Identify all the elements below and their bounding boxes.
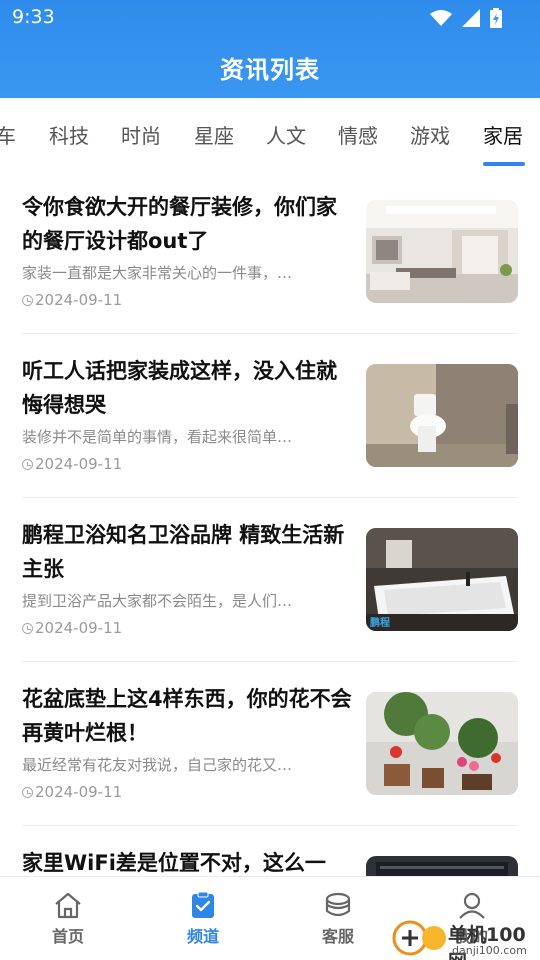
bathtub-image: 鹏程: [366, 528, 518, 631]
watermark-logo-icon: [392, 920, 446, 956]
nav-channel[interactable]: 频道: [163, 891, 243, 947]
nav-home[interactable]: 首页: [28, 891, 108, 947]
service-icon: [325, 892, 351, 917]
clock-icon: [22, 786, 33, 798]
category-tabs: 车 科技 时尚 星座 人文 情感 游戏 家居: [0, 98, 540, 170]
flower-pots-image: [366, 692, 518, 795]
clock-icon: [22, 622, 33, 634]
tab-horoscope[interactable]: 星座: [194, 120, 234, 149]
list-item[interactable]: 听工人话把家装成这样，没入住就悔得想哭 装修并不是简单的事情，看起来很简单… 2…: [22, 334, 518, 498]
article-title: 家里WiFi差是位置不对，这么一: [22, 851, 326, 875]
nav-service[interactable]: 客服: [298, 891, 378, 947]
article-list[interactable]: 令你食欲大开的餐厅装修，你们家的餐厅设计都out了 家装一直都是大家非常关心的一…: [0, 170, 540, 876]
dining-room-image: [366, 200, 518, 303]
article-date: 2024-09-11: [22, 619, 122, 637]
article-date: 2024-09-11: [22, 783, 122, 801]
battery-icon: [490, 8, 502, 28]
bathroom-toilet-image: [366, 364, 518, 467]
wifi-icon: [430, 10, 452, 26]
article-date-text: 2024-09-11: [35, 783, 123, 801]
article-date: 2024-09-11: [22, 291, 122, 309]
article-date: 2024-09-11: [22, 455, 122, 473]
tab-games[interactable]: 游戏: [410, 120, 450, 149]
profile-icon: [459, 892, 485, 919]
tab-tech[interactable]: 科技: [49, 120, 89, 149]
app-header: 9:33 资讯列表: [0, 0, 540, 98]
signal-icon: [462, 9, 480, 27]
article-thumbnail[interactable]: [366, 856, 518, 876]
article-summary: 提到卫浴产品大家都不会陌生，是人们…: [22, 592, 293, 610]
article-thumbnail[interactable]: [366, 692, 518, 795]
router-image: [366, 856, 518, 876]
tab-home-living[interactable]: 家居: [483, 120, 523, 149]
list-item[interactable]: 令你食欲大开的餐厅装修，你们家的餐厅设计都out了 家装一直都是大家非常关心的一…: [22, 170, 518, 334]
watermark-url: danji100.com: [452, 944, 527, 957]
page-title: 资讯列表: [220, 56, 320, 84]
article-thumbnail[interactable]: 鹏程: [366, 528, 518, 631]
nav-service-label: 客服: [321, 927, 354, 946]
tab-car[interactable]: 车: [0, 120, 16, 149]
status-bar: 9:33: [0, 0, 540, 36]
nav-channel-label: 频道: [186, 927, 219, 946]
article-title: 听工人话把家装成这样，没入住就悔得想哭: [22, 359, 337, 417]
article-title: 鹏程卫浴知名卫浴品牌 精致生活新主张: [22, 523, 345, 581]
site-watermark: 单机100网 danji100.com: [390, 916, 540, 960]
tab-culture[interactable]: 人文: [266, 120, 306, 149]
article-date-text: 2024-09-11: [35, 619, 123, 637]
clock-icon: [22, 294, 33, 306]
list-item[interactable]: 鹏程卫浴知名卫浴品牌 精致生活新主张 提到卫浴产品大家都不会陌生，是人们… 20…: [22, 498, 518, 662]
article-summary: 装修并不是简单的事情，看起来很简单…: [22, 428, 293, 446]
article-thumbnail[interactable]: [366, 200, 518, 303]
article-title: 花盆底垫上这4样东西，你的花不会再黄叶烂根！: [22, 687, 352, 745]
article-date-text: 2024-09-11: [35, 291, 123, 309]
svg-text:鹏程: 鹏程: [370, 616, 390, 629]
tab-emotion[interactable]: 情感: [338, 120, 378, 149]
active-tab-indicator: [483, 162, 525, 166]
article-title: 令你食欲大开的餐厅装修，你们家的餐厅设计都out了: [22, 195, 337, 253]
article-summary: 家装一直都是大家非常关心的一件事，…: [22, 264, 293, 282]
article-summary: 最近经常有花友对我说，自己家的花又…: [22, 756, 293, 774]
home-icon: [55, 892, 81, 919]
nav-home-label: 首页: [51, 927, 84, 946]
tab-fashion[interactable]: 时尚: [121, 120, 161, 149]
list-item[interactable]: 家里WiFi差是位置不对，这么一: [22, 826, 518, 876]
list-item[interactable]: 花盆底垫上这4样东西，你的花不会再黄叶烂根！ 最近经常有花友对我说，自己家的花又…: [22, 662, 518, 826]
status-time: 9:33: [12, 6, 55, 28]
status-icons: [430, 8, 502, 28]
article-thumbnail[interactable]: [366, 364, 518, 467]
clock-icon: [22, 458, 33, 470]
article-date-text: 2024-09-11: [35, 455, 123, 473]
channel-icon: [192, 891, 214, 918]
